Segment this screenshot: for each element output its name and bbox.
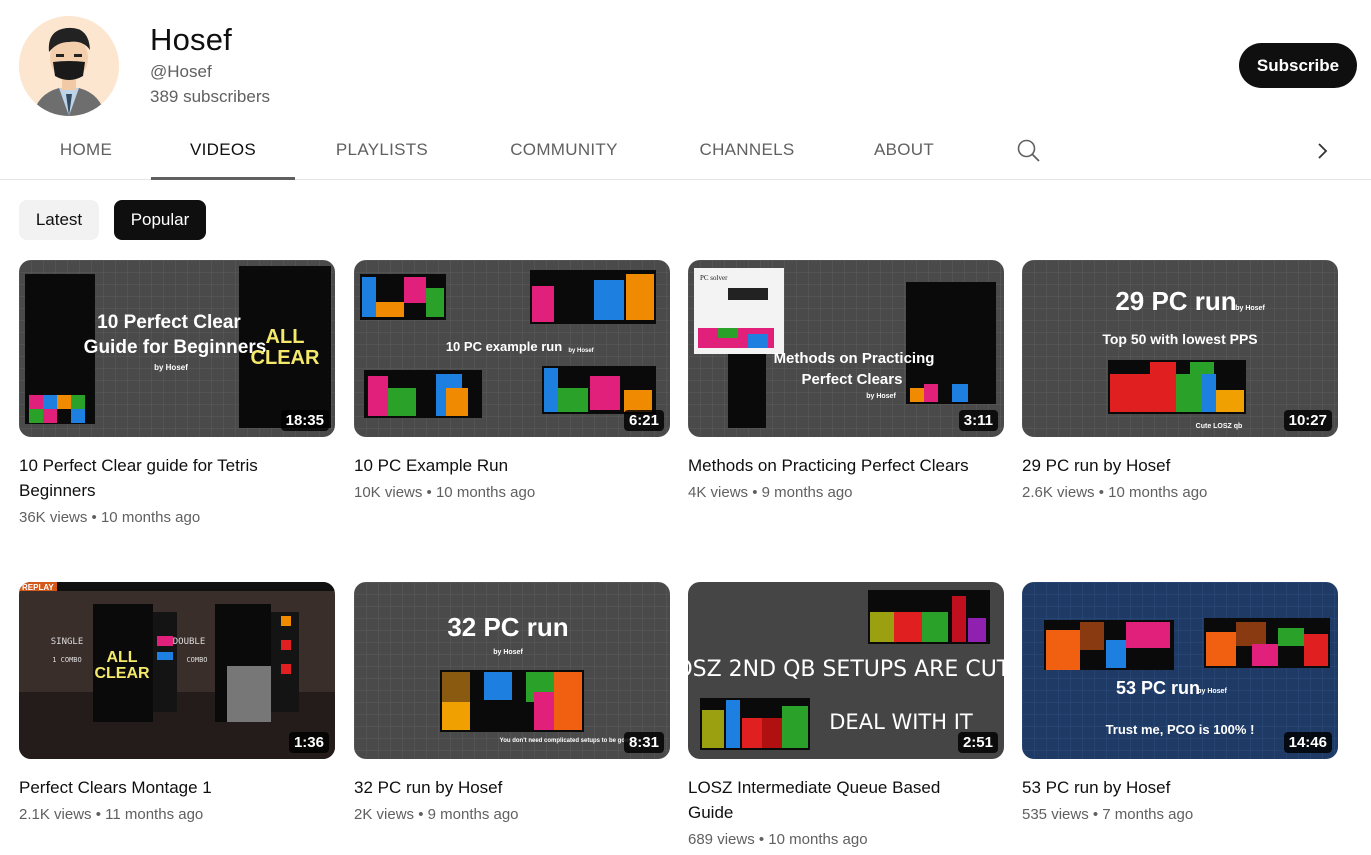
- video-meta: 36K views • 10 months ago: [19, 509, 201, 526]
- video-thumbnail[interactable]: 29 PC run by Hosef Top 50 with lowest PP…: [1022, 260, 1338, 437]
- thumb-text: by Hosef: [493, 649, 523, 656]
- video-meta: 2.1K views • 11 months ago: [19, 806, 204, 823]
- thumb-text: CLEAR: [94, 665, 150, 682]
- video-thumbnail[interactable]: 53 PC run by Hosef Trust me, PCO is 100%…: [1022, 582, 1338, 759]
- thumb-text: Methods on Practicing: [774, 350, 935, 367]
- thumb-text: REPLAY: [22, 583, 54, 592]
- thumb-text: by Hosef: [1197, 688, 1227, 695]
- thumb-text: by Hosef: [154, 363, 188, 372]
- chip-popular[interactable]: Popular: [114, 200, 206, 240]
- channel-avatar[interactable]: [19, 16, 119, 116]
- video-card[interactable]: 29 PC run by Hosef Top 50 with lowest PP…: [1022, 260, 1338, 503]
- thumb-text: by Hosef: [866, 393, 896, 400]
- video-title[interactable]: 53 PC run by Hosef: [1022, 775, 1322, 800]
- video-duration: 2:51: [957, 732, 998, 753]
- video-duration: 14:46: [1283, 732, 1332, 753]
- thumb-text: DOUBLE: [173, 637, 206, 647]
- tab-playlists[interactable]: PLAYLISTS: [318, 124, 446, 180]
- video-card[interactable]: REPLAY SINGLE DOUBLE 1 COMBO COMBO ALL C…: [19, 582, 335, 825]
- video-card[interactable]: 32 PC run by Hosef You don't need compli…: [354, 582, 670, 825]
- subscriber-count: 389 subscribers: [150, 87, 271, 106]
- chevron-right-icon[interactable]: [1308, 136, 1338, 166]
- search-icon[interactable]: [1014, 136, 1044, 166]
- channel-name: Hosef: [150, 22, 232, 57]
- video-thumbnail[interactable]: PC solver Methods on Practicing Perfect …: [688, 260, 1004, 437]
- thumb-text: by Hosef: [1235, 305, 1265, 312]
- video-duration: 10:27: [1283, 410, 1332, 431]
- channel-tabs: HOME VIDEOS PLAYLISTS COMMUNITY CHANNELS…: [0, 124, 1371, 180]
- video-duration: 18:35: [280, 410, 329, 431]
- video-card[interactable]: LOSZ 2ND QB SETUPS ARE CUTE DEAL WITH IT…: [688, 582, 1004, 850]
- video-meta: 535 views • 7 months ago: [1022, 806, 1194, 823]
- channel-handle: @Hosef: [150, 62, 212, 81]
- thumb-text: Guide for Beginners: [84, 337, 267, 358]
- thumb-text: 10 Perfect Clear: [97, 312, 241, 333]
- thumb-text: by Hosef: [568, 348, 594, 354]
- thumb-text: 53 PC run: [1116, 678, 1200, 698]
- video-title[interactable]: Perfect Clears Montage 1: [19, 775, 319, 800]
- video-title[interactable]: 32 PC run by Hosef: [354, 775, 654, 800]
- video-title[interactable]: 10 PC Example Run: [354, 453, 654, 478]
- video-card[interactable]: PC solver Methods on Practicing Perfect …: [688, 260, 1004, 503]
- thumb-text: ALL: [266, 326, 305, 348]
- video-meta: 689 views • 10 months ago: [688, 831, 868, 848]
- thumb-text: Cute LOSZ qb: [1196, 423, 1243, 430]
- video-card[interactable]: 10 PC example run by Hosef 6:21 10 PC Ex…: [354, 260, 670, 503]
- avatar-illustration: [19, 16, 119, 116]
- tab-community[interactable]: COMMUNITY: [492, 124, 636, 180]
- tab-about[interactable]: ABOUT: [858, 124, 950, 180]
- thumb-text: COMBO: [186, 656, 207, 664]
- video-duration: 8:31: [623, 732, 664, 753]
- video-title[interactable]: 29 PC run by Hosef: [1022, 453, 1322, 478]
- video-thumbnail[interactable]: 10 Perfect Clear Guide for Beginners by …: [19, 260, 335, 437]
- video-duration: 3:11: [958, 410, 998, 431]
- video-thumbnail[interactable]: 10 PC example run by Hosef 6:21: [354, 260, 670, 437]
- video-meta: 10K views • 10 months ago: [354, 484, 536, 501]
- thumb-text: PC solver: [700, 274, 728, 282]
- video-title[interactable]: 10 Perfect Clear guide for Tetris Beginn…: [19, 453, 319, 503]
- thumb-text: 1 COMBO: [52, 656, 82, 664]
- thumb-text: 32 PC run: [447, 612, 568, 642]
- thumb-text: ALL: [106, 649, 137, 666]
- video-thumbnail[interactable]: REPLAY SINGLE DOUBLE 1 COMBO COMBO ALL C…: [19, 582, 335, 759]
- thumb-text: 10 PC example run: [446, 339, 562, 354]
- thumb-text: Perfect Clears: [802, 371, 903, 388]
- video-card[interactable]: 10 Perfect Clear Guide for Beginners by …: [19, 260, 335, 528]
- thumb-text: 29 PC run: [1115, 286, 1236, 316]
- video-meta: 2.6K views • 10 months ago: [1022, 484, 1208, 501]
- chip-latest[interactable]: Latest: [19, 200, 99, 240]
- video-meta: 2K views • 9 months ago: [354, 806, 519, 823]
- video-card[interactable]: 53 PC run by Hosef Trust me, PCO is 100%…: [1022, 582, 1338, 825]
- channel-header: Hosef @Hosef 389 subscribers Subscribe: [0, 0, 1371, 124]
- thumb-text: You don't need complicated setups to be …: [500, 738, 633, 744]
- video-title[interactable]: LOSZ Intermediate Queue Based Guide: [688, 775, 988, 825]
- tab-videos[interactable]: VIDEOS: [151, 124, 295, 180]
- subscribe-button[interactable]: Subscribe: [1239, 43, 1357, 88]
- video-duration: 6:21: [623, 410, 664, 431]
- thumb-text: CLEAR: [251, 347, 320, 369]
- thumb-text: Trust me, PCO is 100% !: [1106, 722, 1255, 737]
- thumb-text: DEAL WITH IT: [829, 710, 973, 734]
- thumb-text: LOSZ 2ND QB SETUPS ARE CUTE: [688, 657, 1004, 682]
- video-thumbnail[interactable]: 32 PC run by Hosef You don't need compli…: [354, 582, 670, 759]
- thumb-text: Top 50 with lowest PPS: [1102, 331, 1257, 347]
- video-thumbnail[interactable]: LOSZ 2ND QB SETUPS ARE CUTE DEAL WITH IT…: [688, 582, 1004, 759]
- tab-home[interactable]: HOME: [40, 124, 132, 180]
- tab-channels[interactable]: CHANNELS: [682, 124, 812, 180]
- video-meta: 4K views • 9 months ago: [688, 484, 853, 501]
- video-duration: 1:36: [288, 732, 329, 753]
- thumb-text: SINGLE: [51, 637, 84, 647]
- video-title[interactable]: Methods on Practicing Perfect Clears: [688, 453, 988, 478]
